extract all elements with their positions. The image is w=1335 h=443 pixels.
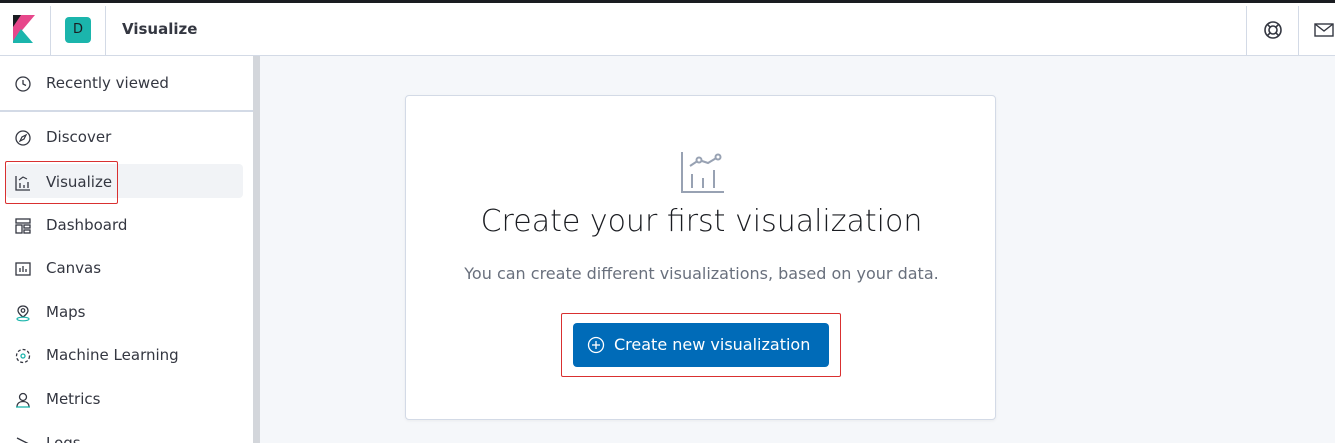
nav-label: Metrics bbox=[46, 390, 101, 408]
side-nav: Recently viewed Discover Visualize Dashb… bbox=[0, 56, 253, 443]
empty-state-card: Create your first visualization You can … bbox=[405, 95, 996, 420]
active-highlight bbox=[6, 164, 243, 198]
nav-visualize[interactable]: Visualize bbox=[0, 163, 253, 203]
visualize-app-icon bbox=[681, 152, 724, 193]
nav-label: Logs bbox=[46, 434, 81, 443]
nav-label: Visualize bbox=[46, 173, 113, 191]
header-divider bbox=[50, 6, 51, 55]
mail-icon[interactable] bbox=[1313, 19, 1335, 41]
header-divider bbox=[1246, 6, 1247, 55]
kibana-logo-icon[interactable] bbox=[13, 15, 35, 43]
nav-discover[interactable]: Discover bbox=[0, 118, 253, 158]
nav-maps[interactable]: Maps bbox=[0, 293, 253, 333]
canvas-icon bbox=[15, 262, 31, 276]
dashboard-icon bbox=[15, 218, 31, 234]
sidebar-scrollbar[interactable] bbox=[253, 56, 260, 443]
nav-canvas[interactable]: Canvas bbox=[0, 249, 253, 289]
nav-label: Maps bbox=[46, 303, 86, 321]
clock-icon bbox=[15, 76, 31, 92]
nav-label: Machine Learning bbox=[46, 346, 179, 364]
metrics-icon bbox=[16, 392, 30, 408]
nav-label: Recently viewed bbox=[46, 74, 169, 92]
machine-learning-icon bbox=[15, 348, 31, 364]
nav-label: Dashboard bbox=[46, 216, 128, 234]
nav-label: Canvas bbox=[46, 259, 102, 277]
create-new-visualization-button[interactable]: Create new visualization bbox=[573, 323, 829, 367]
nav-logs[interactable]: Logs bbox=[0, 424, 253, 443]
top-bar: D Visualize bbox=[0, 0, 1335, 56]
header-divider bbox=[105, 6, 106, 55]
empty-state-subtitle: You can create different visualizations,… bbox=[464, 264, 939, 283]
nav-label: Discover bbox=[46, 128, 112, 146]
compass-icon bbox=[15, 130, 31, 146]
visualize-icon bbox=[15, 176, 30, 191]
nav-machine-learning[interactable]: Machine Learning bbox=[0, 336, 253, 376]
nav-metrics[interactable]: Metrics bbox=[0, 380, 253, 420]
create-button-label: Create new visualization bbox=[614, 335, 811, 354]
logs-icon bbox=[16, 437, 29, 443]
help-lifebuoy-icon[interactable] bbox=[1262, 19, 1284, 41]
maps-icon bbox=[16, 305, 30, 322]
breadcrumb-title: Visualize bbox=[122, 20, 198, 38]
empty-state-title: Create your first visualization bbox=[480, 204, 923, 239]
space-avatar[interactable]: D bbox=[65, 17, 91, 43]
nav-divider bbox=[0, 110, 253, 112]
plus-in-circle-icon bbox=[587, 336, 605, 354]
nav-recently-viewed[interactable]: Recently viewed bbox=[0, 64, 253, 104]
nav-dashboard[interactable]: Dashboard bbox=[0, 206, 253, 246]
header-divider bbox=[1298, 6, 1299, 55]
